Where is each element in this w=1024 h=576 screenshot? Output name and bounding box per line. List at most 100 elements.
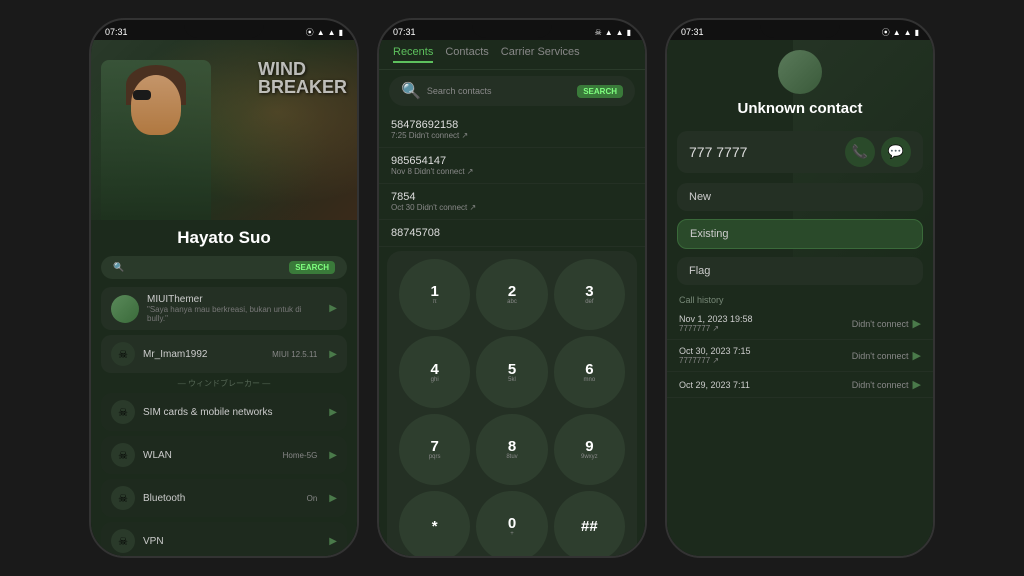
anime-eyepatch xyxy=(133,90,151,100)
call-log-1[interactable]: Oct 30, 2023 7:15 7777777 ↗ Didn't conne… xyxy=(667,340,933,372)
call-log-number-0: 7777777 ↗ xyxy=(679,324,753,333)
call-action-button[interactable]: 📞 xyxy=(845,137,875,167)
call-log-0[interactable]: Nov 1, 2023 19:58 7777777 ↗ Didn't conne… xyxy=(667,308,933,340)
call-action-icon: 📞 xyxy=(852,144,868,160)
action-row-flag[interactable]: Flag xyxy=(677,257,923,285)
menu-item-bluetooth[interactable]: ☠ Bluetooth On ▶ xyxy=(101,479,347,517)
dial-key-9[interactable]: 9 9wxyz xyxy=(554,414,625,485)
search-badge-2: SEARCH xyxy=(577,85,623,98)
tab-carrier[interactable]: Carrier Services xyxy=(501,46,580,63)
menu-item-imam[interactable]: ☠ Mr_Imam1992 MIUI 12.5.11 ▶ xyxy=(101,335,347,373)
battery-icon: ▮ xyxy=(339,28,343,37)
dial-key-hash[interactable]: ## xyxy=(554,491,625,556)
bluetooth-icon-3: ⦿ xyxy=(882,27,890,38)
contact-header: Unknown contact xyxy=(667,40,933,125)
message-action-icon: 💬 xyxy=(888,144,904,160)
call-item-0[interactable]: 58478692158 7:25 Didn't connect ↗ xyxy=(379,112,645,148)
dialer-search[interactable]: 🔍 Search contacts SEARCH xyxy=(389,76,635,106)
call-history-header: Call history xyxy=(667,289,933,308)
dial-key-star[interactable]: * xyxy=(399,491,470,556)
arrow-sim: ▶ xyxy=(329,407,337,418)
hero-banner: WINDBREAKER xyxy=(91,40,357,220)
call-item-3[interactable]: 88745708 xyxy=(379,220,645,247)
menu-item-miuithemer[interactable]: MIUIThemer "Saya hanya mau berkreasi, bu… xyxy=(101,287,347,330)
menu-title-vpn: VPN xyxy=(143,536,317,547)
signal-icon: ▲ xyxy=(317,28,325,37)
dialer-tabs: Recents Contacts Carrier Services xyxy=(379,40,645,70)
call-log-2[interactable]: Oct 29, 2023 7:11 Didn't connect ▶ xyxy=(667,372,933,398)
tab-recents[interactable]: Recents xyxy=(393,46,433,63)
menu-right-bluetooth: On xyxy=(307,494,318,503)
phone2-content: Recents Contacts Carrier Services 🔍 Sear… xyxy=(379,40,645,556)
action-row-existing[interactable]: Existing xyxy=(677,219,923,249)
call-log-right-1: Didn't connect ▶ xyxy=(852,349,921,362)
phone-notch-2 xyxy=(472,20,552,38)
menu-text-bluetooth: Bluetooth xyxy=(143,493,299,504)
divider-label: — ウィンドブレーカー — xyxy=(101,378,347,389)
search-icon: 🔍 xyxy=(113,262,124,273)
battery-icon-2: ▮ xyxy=(627,28,631,37)
call-item-1[interactable]: 985654147 Nov 8 Didn't connect ↗ xyxy=(379,148,645,184)
action-existing-label: Existing xyxy=(690,228,729,240)
menu-title-bluetooth: Bluetooth xyxy=(143,493,299,504)
arrow-icon: ▶ xyxy=(329,303,337,314)
menu-item-wlan[interactable]: ☠ WLAN Home-5G ▶ xyxy=(101,436,347,474)
menu-right-imam: MIUI 12.5.11 xyxy=(272,350,317,359)
icon-bluetooth: ☠ xyxy=(111,486,135,510)
dial-key-0[interactable]: 0 + xyxy=(476,491,547,556)
signal-icon-2: ▲ xyxy=(605,28,613,37)
call-log-right-0: Didn't connect ▶ xyxy=(852,317,921,330)
call-number-1: 985654147 xyxy=(391,155,633,167)
action-row-new[interactable]: New xyxy=(677,183,923,211)
hero-figure xyxy=(101,60,211,220)
status-icons-1: ⦿ ▲ ▲ ▮ xyxy=(306,27,343,38)
contact-name: Unknown contact xyxy=(737,100,862,117)
search-left: 🔍 Search contacts xyxy=(401,81,491,101)
call-number-3: 88745708 xyxy=(391,227,633,239)
dial-key-5[interactable]: 5 5kl xyxy=(476,336,547,407)
search-bar[interactable]: 🔍 SEARCH xyxy=(101,256,347,279)
tab-contacts[interactable]: Contacts xyxy=(445,46,488,63)
dial-key-8[interactable]: 8 8tuv xyxy=(476,414,547,485)
menu-text-miuithemer: MIUIThemer "Saya hanya mau berkreasi, bu… xyxy=(147,294,317,323)
icon-vpn: ☠ xyxy=(111,529,135,553)
skull-status-icon: ☠ xyxy=(595,28,602,37)
contact-number-bar: 777 7777 📞 💬 xyxy=(677,131,923,173)
signal-icon-3: ▲ xyxy=(893,28,901,37)
status-icons-2: ☠ ▲ ▲ ▮ xyxy=(595,28,631,37)
dial-key-6[interactable]: 6 mno xyxy=(554,336,625,407)
action-new-label: New xyxy=(689,191,711,203)
arrow-icon-imam: ▶ xyxy=(329,349,337,360)
menu-text-vpn: VPN xyxy=(143,536,317,547)
call-log-info-2: Oct 29, 2023 7:11 xyxy=(679,380,750,390)
menu-item-vpn[interactable]: ☠ VPN ▶ xyxy=(101,522,347,556)
icon-wlan: ☠ xyxy=(111,443,135,467)
dial-key-1[interactable]: 1 π xyxy=(399,259,470,330)
dial-key-2[interactable]: 2 abc xyxy=(476,259,547,330)
call-log-date-1: Oct 30, 2023 7:15 xyxy=(679,346,751,356)
dial-key-3[interactable]: 3 def xyxy=(554,259,625,330)
search-icon-2: 🔍 xyxy=(401,81,421,101)
arrow-wlan: ▶ xyxy=(329,450,337,461)
call-item-2[interactable]: 7854 Oct 30 Didn't connect ↗ xyxy=(379,184,645,220)
call-info-0: 7:25 Didn't connect ↗ xyxy=(391,131,633,140)
dialpad: 1 π 2 abc 3 def 4 ghi 5 5kl 6 mno xyxy=(387,251,637,556)
dial-key-4[interactable]: 4 ghi xyxy=(399,336,470,407)
menu-title-wlan: WLAN xyxy=(143,450,275,461)
dial-key-7[interactable]: 7 pqrs xyxy=(399,414,470,485)
wifi-icon-3: ▲ xyxy=(904,28,912,37)
message-action-button[interactable]: 💬 xyxy=(881,137,911,167)
phone-2: 07:31 ☠ ▲ ▲ ▮ Recents Contacts Carrier S… xyxy=(377,18,647,558)
call-log-info-0: Nov 1, 2023 19:58 7777777 ↗ xyxy=(679,314,753,333)
arrow-bluetooth: ▶ xyxy=(329,493,337,504)
contact-avatar xyxy=(778,50,822,94)
menu-title-imam: Mr_Imam1992 xyxy=(143,349,264,360)
menu-right-wlan: Home-5G xyxy=(283,451,318,460)
status-time-1: 07:31 xyxy=(105,27,128,37)
call-log-date-0: Nov 1, 2023 19:58 xyxy=(679,314,753,324)
bluetooth-icon: ⦿ xyxy=(306,27,314,38)
icon-sim: ☠ xyxy=(111,400,135,424)
call-number-0: 58478692158 xyxy=(391,119,633,131)
status-time-2: 07:31 xyxy=(393,27,416,37)
menu-item-sim[interactable]: ☠ SIM cards & mobile networks ▶ xyxy=(101,393,347,431)
